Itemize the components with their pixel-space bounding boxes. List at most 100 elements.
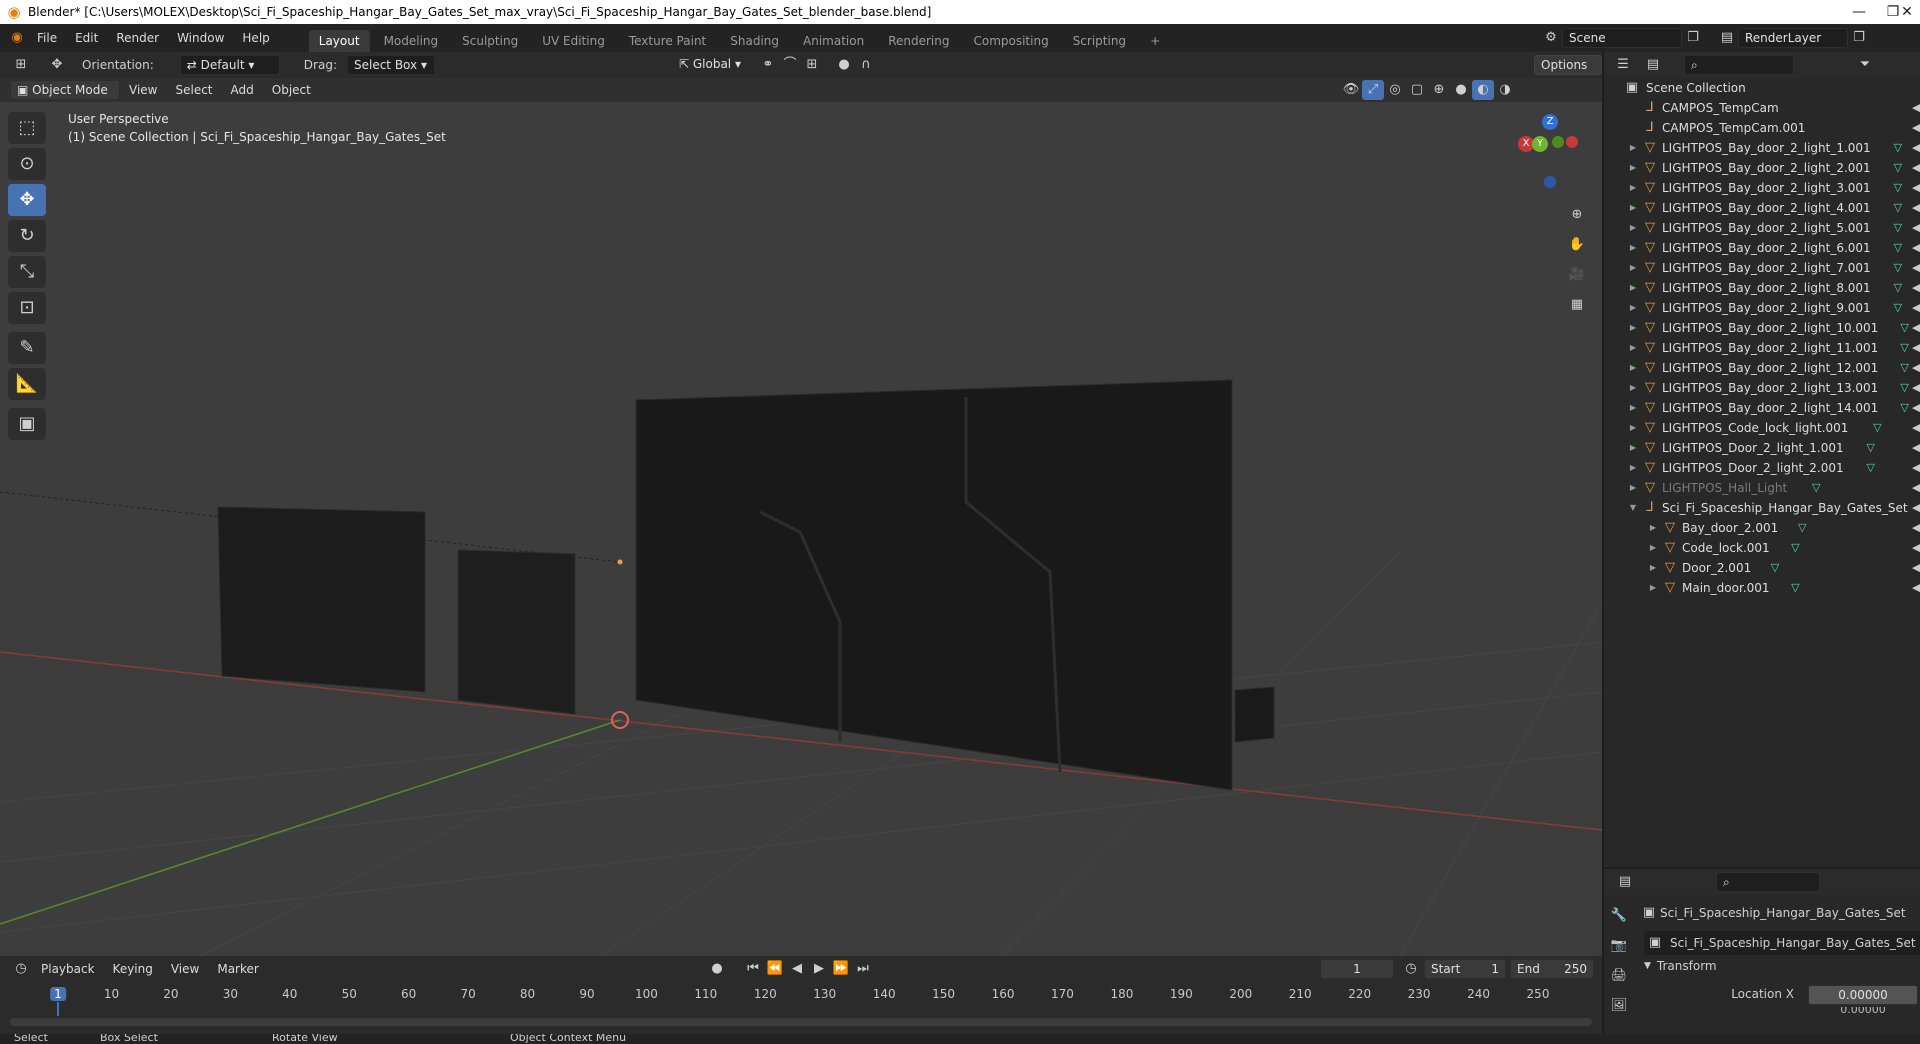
mesh-data-icon[interactable]: ▽ — [1788, 538, 1802, 558]
playhead-line[interactable] — [57, 1002, 59, 1016]
snap-target-icon[interactable]: ⊞ — [801, 55, 823, 75]
expand-arrow-icon[interactable]: ▶ — [1628, 218, 1638, 238]
menu-help[interactable]: Help — [233, 24, 278, 52]
viewport-menu-select[interactable]: Select — [166, 78, 221, 102]
outliner-item[interactable]: ▶ ▽ LIGHTPOS_Bay_door_2_light_5.001 ▽ ◀ — [1604, 218, 1920, 238]
visibility-toggle-icon[interactable]: ◀ — [1912, 498, 1920, 518]
mesh-data-icon[interactable]: ▽ — [1891, 198, 1905, 218]
visibility-toggle-icon[interactable]: ◀ — [1912, 398, 1920, 418]
navigation-gizmo[interactable]: Z X Y — [1510, 112, 1590, 192]
expand-arrow-icon[interactable]: ▶ — [1628, 438, 1638, 458]
visibility-toggle-icon[interactable]: ◀ — [1912, 118, 1920, 138]
mesh-data-icon[interactable]: ▽ — [1795, 518, 1809, 538]
output-tab-icon[interactable]: 🖨 — [1608, 961, 1630, 991]
viewport-menu-object[interactable]: Object — [263, 78, 320, 102]
mesh-data-icon[interactable]: ▽ — [1768, 558, 1782, 578]
properties-datablock-row[interactable]: ▣ Sci_Fi_Spaceship_Hangar_Bay_Gates_Set — [1644, 931, 1920, 955]
visibility-icon[interactable]: 👁 — [1340, 80, 1362, 100]
outliner-item[interactable]: ▶ ▽ LIGHTPOS_Bay_door_2_light_2.001 ▽ ◀ — [1604, 158, 1920, 178]
mesh-data-icon[interactable]: ▽ — [1898, 398, 1912, 418]
expand-arrow-icon[interactable]: ▶ — [1648, 538, 1658, 558]
expand-arrow-icon[interactable]: ▶ — [1628, 458, 1638, 478]
bay-door-mesh[interactable] — [217, 506, 426, 693]
code-lock-mesh[interactable] — [1234, 686, 1275, 743]
visibility-toggle-icon[interactable]: ◀ — [1912, 258, 1920, 278]
visibility-toggle-icon[interactable]: ◀ — [1912, 218, 1920, 238]
outliner-item[interactable]: ▶ ▽ LIGHTPOS_Bay_door_2_light_4.001 ▽ ◀ — [1604, 198, 1920, 218]
mesh-data-icon[interactable]: ▽ — [1891, 238, 1905, 258]
display-mode-icon[interactable]: ▤ — [1642, 55, 1664, 75]
gizmo-neg-y[interactable] — [1552, 136, 1564, 148]
close-window-button[interactable]: ✕ — [1894, 0, 1920, 24]
zoom-icon[interactable]: ⊕ — [1566, 200, 1588, 230]
pan-hand-icon[interactable]: ✋ — [1566, 230, 1588, 260]
outliner-item[interactable]: ▶ ▽ LIGHTPOS_Bay_door_2_light_13.001 ▽ ◀ — [1604, 378, 1920, 398]
move-tool-button[interactable]: ✥ — [8, 184, 46, 216]
expand-arrow-icon[interactable]: ▶ — [1648, 518, 1658, 538]
visibility-toggle-icon[interactable]: ◀ — [1912, 138, 1920, 158]
filter-icon[interactable]: ⏷ — [1854, 55, 1876, 75]
outliner-item[interactable]: ▶ ▽ LIGHTPOS_Bay_door_2_light_1.001 ▽ ◀ — [1604, 138, 1920, 158]
gizmo-neg-z[interactable] — [1544, 176, 1556, 188]
new-scene-icon[interactable]: ❐ — [1682, 28, 1704, 48]
options-dropdown[interactable]: Options ▾ — [1534, 55, 1602, 90]
properties-editor-type-icon[interactable]: ▤ — [1614, 872, 1636, 892]
tab-sculpting[interactable]: Sculpting — [452, 30, 528, 52]
tab-uv-editing[interactable]: UV Editing — [532, 30, 615, 52]
scene-field[interactable]: Scene — [1562, 28, 1682, 48]
tab-scripting[interactable]: Scripting — [1063, 30, 1136, 52]
mesh-data-icon[interactable]: ▽ — [1870, 418, 1884, 438]
transform-orientation-dropdown[interactable]: ⇱ Global ▾ — [672, 55, 749, 75]
gizmo-neg-x[interactable] — [1566, 136, 1578, 148]
mesh-data-icon[interactable]: ▽ — [1898, 338, 1912, 358]
mesh-data-icon[interactable]: ▽ — [1809, 478, 1823, 498]
outliner-item[interactable]: ▶ ▽ LIGHTPOS_Bay_door_2_light_14.001 ▽ ◀ — [1604, 398, 1920, 418]
xray-icon[interactable]: ▢ — [1406, 80, 1428, 100]
rotate-tool-icon[interactable]: ↻ — [8, 220, 46, 252]
visibility-toggle-icon[interactable]: ◀ — [1912, 558, 1920, 578]
tab-layout[interactable]: Layout — [308, 30, 370, 52]
outliner-item[interactable]: ▶ ▽ LIGHTPOS_Bay_door_2_light_12.001 ▽ ◀ — [1604, 358, 1920, 378]
blender-menu-icon[interactable]: ◉ — [6, 28, 28, 48]
mesh-data-icon[interactable]: ▽ — [1891, 178, 1905, 198]
outliner-item[interactable]: ▼ ⅃ Sci_Fi_Spaceship_Hangar_Bay_Gates_Set ◀ — [1604, 498, 1920, 518]
outliner-item[interactable]: ▶ ▽ LIGHTPOS_Bay_door_2_light_8.001 ▽ ◀ — [1604, 278, 1920, 298]
door-2-mesh[interactable] — [457, 549, 576, 715]
tab-modeling[interactable]: Modeling — [374, 30, 449, 52]
expand-arrow-icon[interactable]: ▶ — [1628, 398, 1638, 418]
mesh-data-icon[interactable]: ▽ — [1788, 578, 1802, 598]
outliner-item[interactable]: ▶ ▽ LIGHTPOS_Door_2_light_2.001 ▽ ◀ — [1604, 458, 1920, 478]
perspective-toggle-icon[interactable]: ▦ — [1566, 290, 1588, 320]
add-cube-tool-icon[interactable]: ▣ — [8, 408, 46, 440]
mesh-data-icon[interactable]: ▽ — [1891, 218, 1905, 238]
expand-arrow-icon[interactable]: ▶ — [1648, 578, 1658, 598]
tab-animation[interactable]: Animation — [793, 30, 874, 52]
transform-tool-icon[interactable]: ⊡ — [8, 292, 46, 324]
gizmo-z-axis[interactable]: Z — [1542, 114, 1558, 130]
expand-arrow-icon[interactable]: ▶ — [1628, 258, 1638, 278]
visibility-toggle-icon[interactable]: ◀ — [1912, 338, 1920, 358]
outliner-search-input[interactable]: ⌕ — [1684, 55, 1794, 75]
tab-rendering[interactable]: Rendering — [878, 30, 959, 52]
editor-type-icon[interactable]: ⊞ — [10, 55, 32, 75]
mesh-data-icon[interactable]: ▽ — [1891, 298, 1905, 318]
camera-view-icon[interactable]: 🎥 — [1566, 260, 1588, 290]
outliner-root[interactable]: ▣ Scene Collection — [1604, 78, 1920, 98]
menu-window[interactable]: Window — [168, 24, 233, 52]
wireframe-shading-icon[interactable]: ⊕ — [1428, 80, 1450, 100]
transform-section[interactable]: ▼ Transform — [1644, 959, 1717, 973]
snap-icon[interactable]: ⌒ — [779, 55, 801, 75]
outliner-item[interactable]: ▶ ▽ Door_2.001 ▽ ◀ — [1604, 558, 1920, 578]
tool-tab-icon[interactable]: 🔧 — [1608, 901, 1630, 931]
mesh-data-icon[interactable]: ▽ — [1891, 158, 1905, 178]
render-tab-icon[interactable]: 📷 — [1608, 931, 1630, 961]
visibility-toggle-icon[interactable]: ◀ — [1912, 358, 1920, 378]
expand-arrow-icon[interactable]: ▶ — [1648, 558, 1658, 578]
viewport-menu-view[interactable]: View — [120, 78, 166, 102]
outliner-item[interactable]: ▶ ▽ LIGHTPOS_Bay_door_2_light_11.001 ▽ ◀ — [1604, 338, 1920, 358]
location-y-field[interactable]: 0.00000 — [1808, 1007, 1918, 1013]
timeline-scrollbar[interactable] — [10, 1018, 1592, 1026]
mesh-data-icon[interactable]: ▽ — [1891, 138, 1905, 158]
location-x-field[interactable]: 0.00000 — [1808, 985, 1918, 1005]
menu-file[interactable]: File — [28, 24, 66, 52]
